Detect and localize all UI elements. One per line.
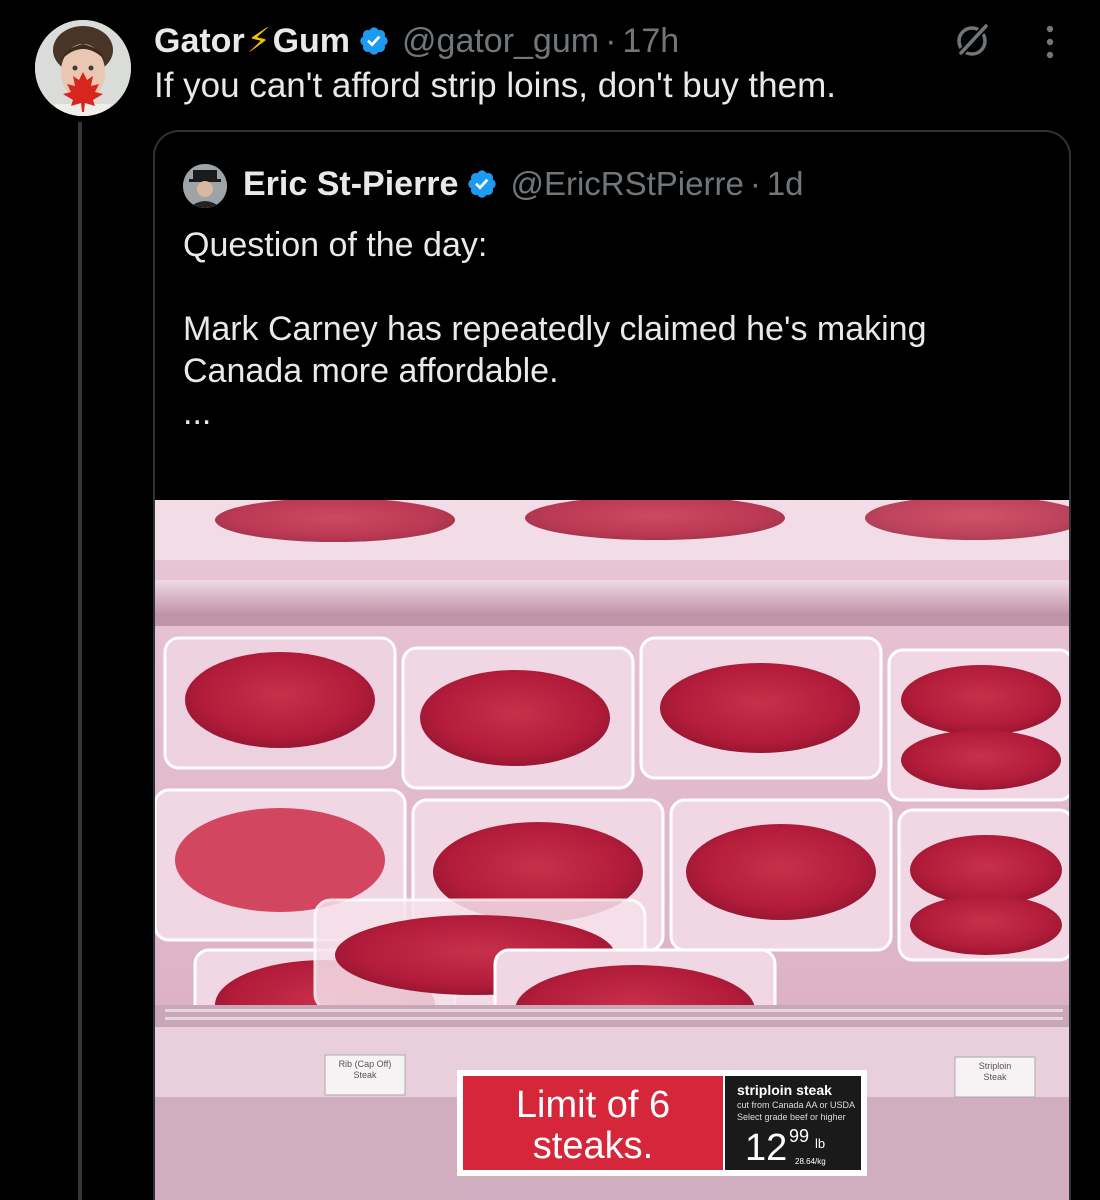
quoted-handle[interactable]: @EricRStPierre [510,165,743,203]
svg-text:28.64/kg: 28.64/kg [795,1157,826,1166]
promo-line-2: steaks. [533,1125,653,1167]
price-dollars: 12 [745,1127,787,1169]
quoted-paragraph-1: Question of the day: [183,226,488,264]
svg-text:lb: lb [815,1136,825,1151]
grok-icon[interactable] [952,20,992,60]
quoted-paragraph-2: Mark Carney has repeatedly claimed he's … [183,310,927,390]
svg-text:Striploin: Striploin [979,1061,1012,1071]
thread-connector-line [78,122,82,1200]
tweet: Gator ⚡ Gum @gator_gum · 17h If you can'… [0,0,1100,1200]
display-name-part2[interactable]: Gum [273,22,350,61]
tweet-text: If you can't afford strip loins, don't b… [154,66,836,105]
meat-counter-photo[interactable]: Rib (Cap Off) Steak Striploin Steak Limi… [155,500,1069,1200]
quoted-tweet-header: Eric St-Pierre @EricRStPierre · 1d [243,160,804,208]
product-name: striploin steak [737,1082,832,1098]
author-handle[interactable]: @gator_gum [402,22,599,61]
avatar-image [35,20,131,116]
quoted-timestamp[interactable]: 1d [767,165,804,203]
verified-badge-icon [468,170,497,198]
more-options-icon[interactable] [1040,24,1060,60]
svg-text:Steak: Steak [983,1072,1007,1082]
author-avatar[interactable] [35,20,131,116]
show-more-ellipsis[interactable]: ... [183,392,1043,434]
quoted-display-name[interactable]: Eric St-Pierre [243,165,458,204]
verified-badge-icon [360,27,388,55]
quoted-tweet-text: Question of the day: Mark Carney has rep… [183,224,1043,434]
promo-line-1: Limit of 6 [516,1084,670,1126]
separator-dot: · [749,165,761,202]
svg-text:Select grade beef or higher: Select grade beef or higher [737,1112,846,1122]
promo-sign: Limit of 6 steaks. striploin steak cut f… [457,1070,867,1176]
timestamp[interactable]: 17h [622,22,679,61]
lightning-emoji: ⚡ [246,22,271,60]
quoted-author-avatar[interactable] [183,164,227,208]
price-cents: 99 [789,1126,809,1146]
tweet-header: Gator ⚡ Gum @gator_gum · 17h [154,18,679,64]
svg-text:cut from Canada AA or USDA: cut from Canada AA or USDA [737,1100,855,1110]
quoted-tweet[interactable]: Eric St-Pierre @EricRStPierre · 1d Quest… [153,130,1071,1200]
display-name[interactable]: Gator [154,22,245,61]
photo-illustration: Rib (Cap Off) Steak Striploin Steak Limi… [155,500,1069,1200]
svg-text:Steak: Steak [353,1070,377,1080]
separator-dot: · [605,21,617,60]
quoted-avatar-image [183,164,227,208]
shelf-tag-left-text: Rib (Cap Off) [339,1059,392,1069]
